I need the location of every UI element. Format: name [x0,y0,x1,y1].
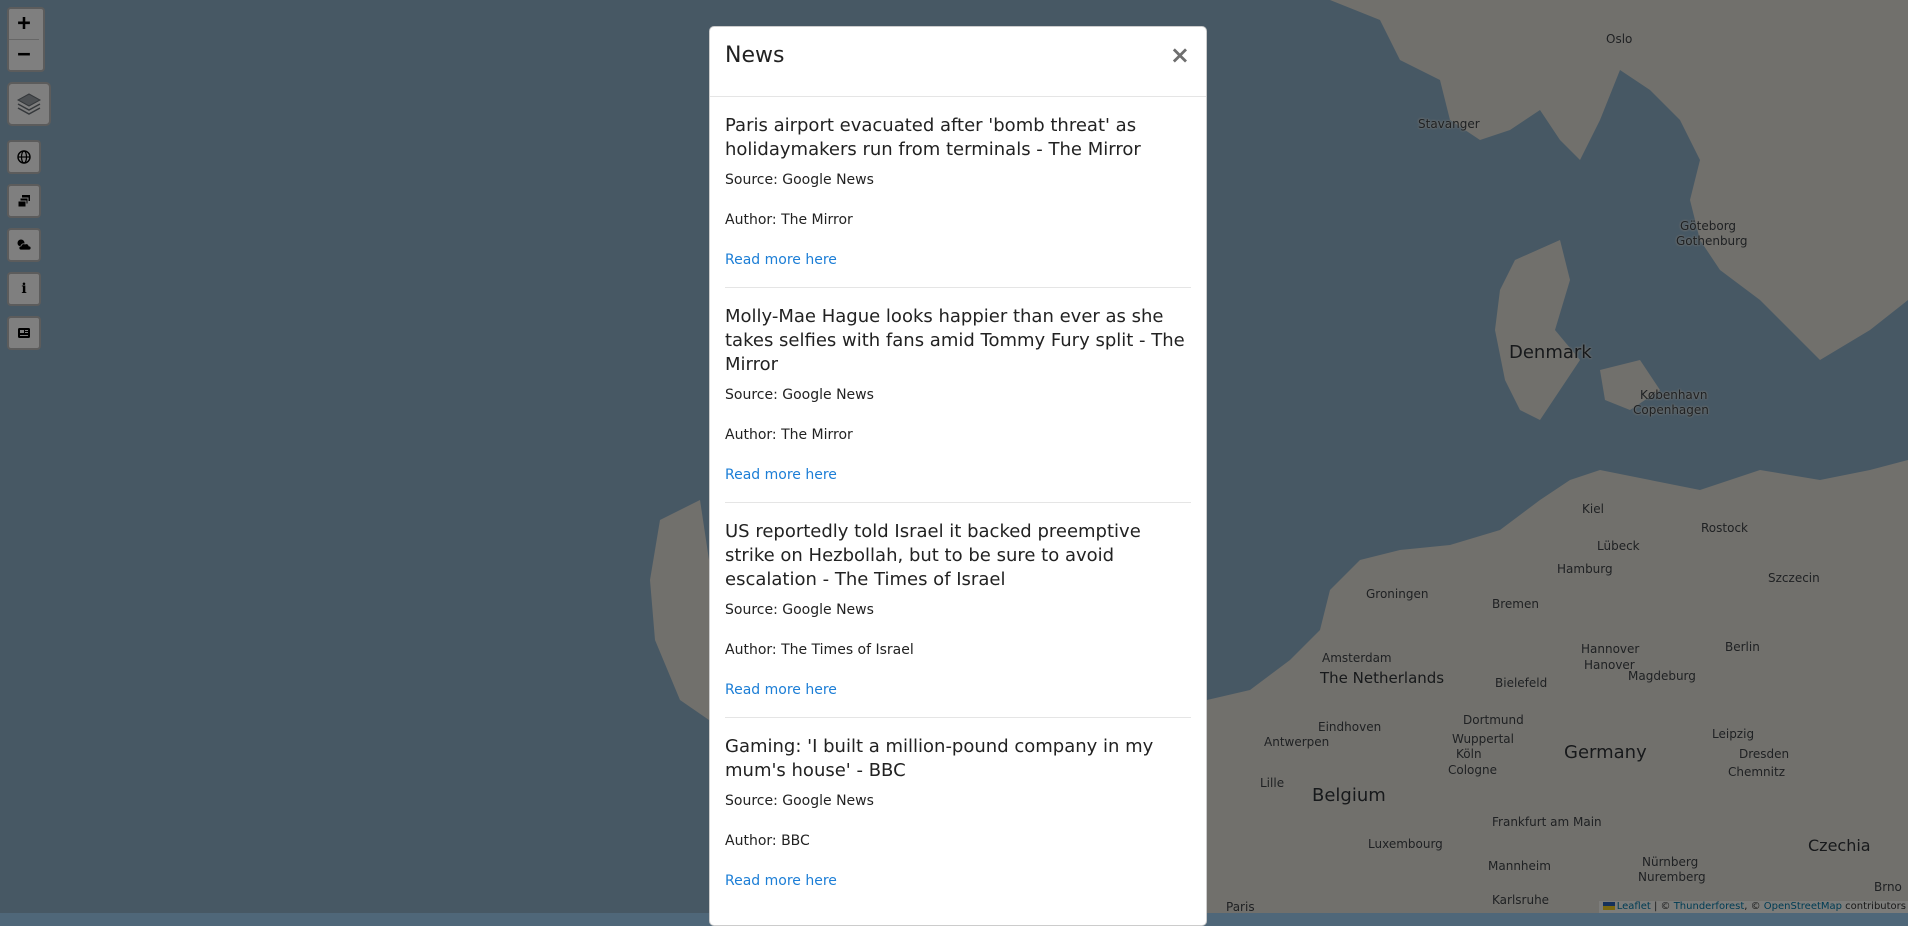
news-source: Source: Google News [725,170,1191,191]
news-item: Molly-Mae Hague looks happier than ever … [725,288,1191,503]
news-source: Source: Google News [725,385,1191,406]
news-author: Author: The Mirror [725,425,1191,446]
close-button[interactable]: × [1170,43,1190,67]
read-more-link[interactable]: Read more here [725,680,1191,701]
news-item: Paris airport evacuated after 'bomb thre… [725,97,1191,288]
news-title: Gaming: 'I built a million-pound company… [725,736,1154,781]
source-value: Google News [782,602,874,618]
source-label: Source: [725,387,778,403]
author-label: Author: [725,427,777,443]
news-title: Molly-Mae Hague looks happier than ever … [725,306,1185,375]
modal-header: News × [710,27,1206,97]
modal-title: News [725,43,785,68]
source-label: Source: [725,793,778,809]
read-more-link[interactable]: Read more here [725,250,1191,271]
news-author: Author: The Times of Israel [725,640,1191,661]
news-source: Source: Google News [725,600,1191,621]
author-label: Author: [725,833,777,849]
read-more-link[interactable]: Read more here [725,871,1191,892]
source-value: Google News [782,793,874,809]
source-value: Google News [782,172,874,188]
news-title: Paris airport evacuated after 'bomb thre… [725,115,1141,160]
source-label: Source: [725,602,778,618]
read-more-link[interactable]: Read more here [725,465,1191,486]
news-item: Gaming: 'I built a million-pound company… [725,718,1191,908]
news-list: Paris airport evacuated after 'bomb thre… [710,97,1206,908]
author-label: Author: [725,212,777,228]
news-item: US reportedly told Israel it backed pree… [725,503,1191,718]
news-author: Author: The Mirror [725,210,1191,231]
author-value: The Mirror [781,427,853,443]
news-modal: News × Paris airport evacuated after 'bo… [709,26,1207,926]
news-author: Author: BBC [725,831,1191,852]
source-value: Google News [782,387,874,403]
news-source: Source: Google News [725,791,1191,812]
news-title: US reportedly told Israel it backed pree… [725,521,1141,590]
author-label: Author: [725,642,777,658]
author-value: The Mirror [781,212,853,228]
source-label: Source: [725,172,778,188]
author-value: BBC [781,833,810,849]
author-value: The Times of Israel [781,642,914,658]
